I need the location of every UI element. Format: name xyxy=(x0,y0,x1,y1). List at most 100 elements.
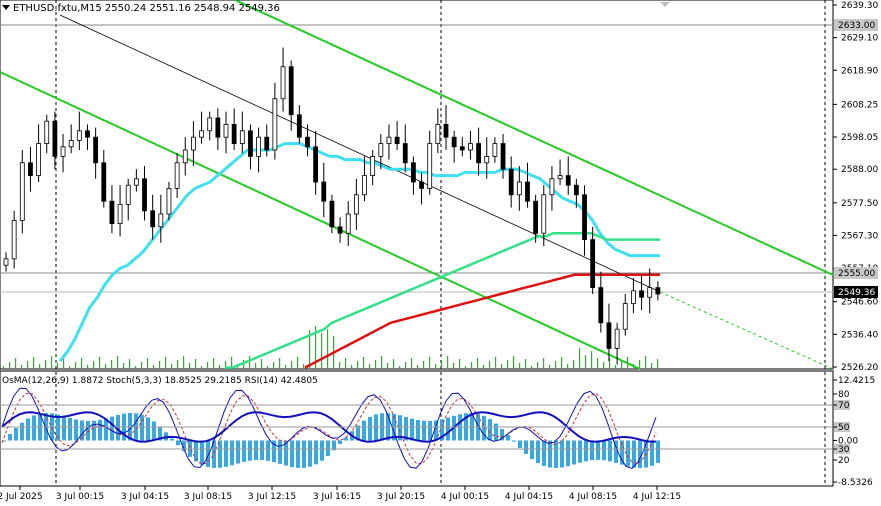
volume-bar xyxy=(9,362,11,368)
osma-histogram-bar xyxy=(92,420,96,441)
time-tick-label: 3 Jul 00:15 xyxy=(56,492,104,502)
volume-bar xyxy=(195,359,197,368)
volume-bar xyxy=(603,362,605,368)
volume-bar xyxy=(279,358,281,368)
volume-bar xyxy=(261,359,263,368)
time-tick-label: 4 Jul 04:15 xyxy=(505,492,553,502)
volume-bar xyxy=(219,365,221,368)
osma-histogram-bar xyxy=(68,417,72,441)
candle-body xyxy=(19,162,25,221)
osma-histogram-bar xyxy=(266,440,270,461)
candle-body xyxy=(378,143,384,157)
bid-price-tag-text: 2549.36 xyxy=(838,288,875,298)
volume-bar xyxy=(141,362,143,368)
candle-body xyxy=(484,155,490,164)
osma-histogram-bar xyxy=(602,440,606,461)
volume-bar xyxy=(39,364,41,368)
volume-bar xyxy=(621,361,623,368)
price-chart[interactable]: 2639.30 2629.10 2618.90 2608.25 2598.05 2588.… xyxy=(0,0,881,506)
candle-body xyxy=(60,146,66,157)
osma-histogram-bar xyxy=(230,440,234,466)
volume-bar xyxy=(591,351,593,368)
candle-body xyxy=(362,175,367,196)
candle-body xyxy=(288,66,294,116)
candle-body xyxy=(28,162,33,176)
volume-bar xyxy=(147,358,149,368)
candle-body xyxy=(337,226,343,234)
volume-bar xyxy=(417,365,419,368)
level-price-tag-2633-text: 2633.00 xyxy=(838,21,875,31)
osma-histogram-bar xyxy=(224,440,228,467)
candle-body xyxy=(557,175,563,180)
candle-body xyxy=(500,143,506,170)
osma-histogram-bar xyxy=(248,440,252,461)
volume-bar xyxy=(369,364,371,368)
osma-histogram-bar xyxy=(596,440,600,460)
volume-bar xyxy=(387,363,389,368)
candle-body xyxy=(11,220,17,260)
time-tick-label: 4 Jul 12:15 xyxy=(633,492,681,502)
osma-histogram-bar xyxy=(146,417,150,441)
osma-histogram-bar xyxy=(572,440,576,465)
volume-bar xyxy=(21,365,23,368)
price-tick-label: 2526.20 xyxy=(841,363,878,373)
trading-chart-window[interactable]: 2639.30 2629.10 2618.90 2608.25 2598.05 2588.… xyxy=(0,0,881,506)
volume-bar xyxy=(303,364,305,368)
candle-body xyxy=(280,66,286,100)
volume-bar xyxy=(183,356,185,368)
dropdown-triangle-icon[interactable] xyxy=(2,5,10,10)
osma-histogram-bar xyxy=(416,420,420,441)
osma-histogram-bar xyxy=(518,440,522,448)
osma-histogram-bar xyxy=(410,418,414,441)
volume-bar xyxy=(579,348,581,368)
price-tick-label: 2567.30 xyxy=(841,231,878,241)
volume-bar xyxy=(51,356,53,368)
osma-histogram-bar xyxy=(542,440,546,466)
volume-bar xyxy=(93,361,95,368)
volume-bar xyxy=(135,366,137,368)
osma-histogram-bar xyxy=(494,423,498,441)
candle-body xyxy=(516,181,522,196)
candle-body xyxy=(394,136,400,144)
volume-bar xyxy=(105,364,107,368)
candle-body xyxy=(133,178,139,186)
volume-bar xyxy=(597,358,599,368)
candle-body xyxy=(476,143,481,164)
candle-body xyxy=(329,200,335,228)
time-tick-label: 4 Jul 00:15 xyxy=(441,492,489,502)
osma-histogram-bar xyxy=(608,440,612,462)
volume-bar xyxy=(339,362,341,368)
volume-bar xyxy=(573,360,575,368)
candle-body xyxy=(631,290,636,305)
osma-histogram-bar xyxy=(524,440,528,454)
osma-histogram-bar xyxy=(512,440,516,442)
volume-bar xyxy=(69,366,71,368)
price-tick-label: 2608.25 xyxy=(841,100,878,110)
osma-histogram-bar xyxy=(326,440,330,456)
candle-body xyxy=(125,184,131,205)
volume-bar xyxy=(471,362,473,368)
ohlc-values: 2550.24 2551.16 2548.94 2549.36 xyxy=(104,3,280,14)
osma-histogram-bar xyxy=(362,420,366,441)
candle-body xyxy=(549,178,555,196)
symbol-label: ETHUSD.fxtu,M15 xyxy=(13,3,102,14)
volume-bar xyxy=(531,366,533,368)
osma-histogram-bar xyxy=(446,417,450,441)
price-axis: 2639.30 2629.10 2618.90 2608.25 2598.05 2588.… xyxy=(833,1,878,373)
volume-bar xyxy=(3,366,5,368)
osma-histogram-bar xyxy=(98,419,102,441)
price-tick-label: 2618.90 xyxy=(841,66,878,76)
osma-histogram-bar xyxy=(506,435,510,441)
candle-body xyxy=(3,258,9,266)
volume-bar xyxy=(57,363,59,368)
candle-body xyxy=(174,162,180,189)
price-tick-label: 2639.30 xyxy=(841,1,878,11)
candle-body xyxy=(321,181,327,202)
volume-bar xyxy=(495,357,497,368)
osma-histogram-bar xyxy=(170,438,174,441)
volume-bar xyxy=(273,362,275,368)
candle-body xyxy=(52,120,58,157)
candle-body xyxy=(411,162,416,183)
volume-bar xyxy=(567,364,569,368)
volume-bar xyxy=(645,356,647,368)
